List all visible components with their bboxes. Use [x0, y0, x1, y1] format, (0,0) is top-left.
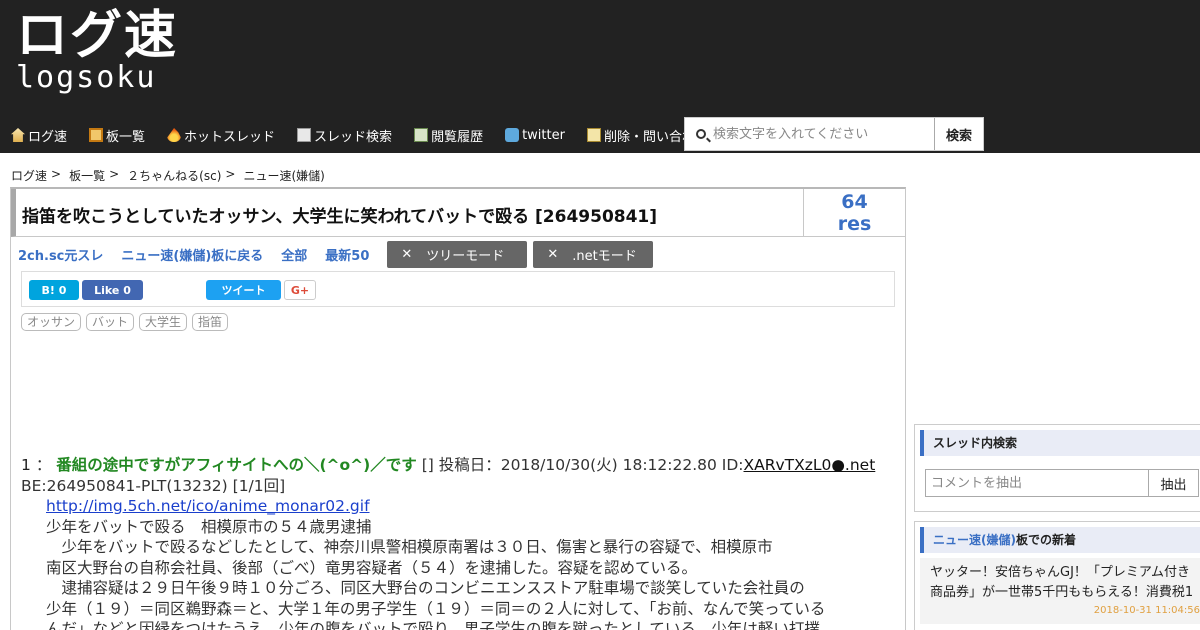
thread-title: 指笛を吹こうとしていたオッサン、大学生に笑われてバットで殴る [26495084…: [22, 207, 658, 227]
extract-input[interactable]: [925, 469, 1149, 497]
nav-item-logsoku[interactable]: ログ速: [0, 119, 78, 151]
link-latest-50[interactable]: 最新50: [325, 245, 369, 264]
post-line: んだ」などと因縁をつけたうえ、少年の腹をバットで殴り、男子学生の腹を蹴ったとして…: [46, 620, 820, 630]
post-author-name: 番組の途中ですがアフィサイトへの＼(^o^)／です: [56, 456, 417, 474]
nav-item-twitter[interactable]: twitter: [494, 119, 576, 151]
logo-main-text: ログ速: [16, 6, 179, 66]
extract-button[interactable]: 抽出: [1149, 469, 1199, 497]
breadcrumb-board[interactable]: ニュー速(嫌儲): [243, 167, 324, 184]
sidebar-new-threads: ニュー速(嫌儲)板での新着 ヤッター！安倍ちゃんGJ！「プレミアム付き商品券」が…: [914, 521, 1200, 630]
tag-item[interactable]: 指笛: [192, 313, 229, 331]
board-icon: [89, 128, 104, 142]
nav-label: スレッド検索: [314, 129, 393, 145]
breadcrumb-separator: >: [225, 167, 236, 181]
post-mail: []: [421, 456, 434, 474]
nav-label: ログ速: [28, 129, 68, 145]
extract-form: 抽出: [925, 469, 1200, 497]
news-title: ヤッター！安倍ちゃんGJ！「プレミアム付き商品券」が一世帯5千円ももらえる！消費…: [930, 565, 1194, 600]
share-bar: B! 0 Like 0 ツイート G+: [21, 271, 895, 307]
res-count-label: res: [837, 213, 872, 235]
net-mode-button[interactable]: ✕ .netモード: [533, 240, 654, 268]
breadcrumb-separator: >: [109, 167, 120, 181]
breadcrumb: ログ速 > 板一覧 > ２ちゃんねる(sc) > ニュー速(嫌儲): [11, 167, 325, 184]
search-input[interactable]: [685, 118, 934, 150]
facebook-like-button[interactable]: Like 0: [82, 280, 143, 300]
post-header: 1 ： 番組の途中ですがアフィサイトへの＼(^o^)／です [] 投稿日：201…: [21, 455, 891, 476]
net-mode-label: .netモード: [572, 248, 637, 264]
post-user-id[interactable]: XARvTXzL0●.net: [744, 456, 876, 474]
sidebar-new-heading: ニュー速(嫌儲)板での新着: [920, 527, 1200, 553]
thread-main: 指笛を吹こうとしていたオッサン、大学生に笑われてバットで殴る [26495084…: [10, 187, 906, 630]
sidebar-board-link[interactable]: ニュー速(嫌儲): [933, 533, 1016, 547]
twitter-icon: [505, 128, 520, 142]
link-all[interactable]: 全部: [281, 245, 307, 264]
post-1: 1 ： 番組の途中ですがアフィサイトへの＼(^o^)／です [] 投稿日：201…: [21, 455, 891, 630]
search-button[interactable]: 検索: [935, 118, 983, 150]
breadcrumb-boards[interactable]: 板一覧: [69, 167, 105, 184]
breadcrumb-logsoku[interactable]: ログ速: [11, 167, 47, 184]
post-number[interactable]: 1: [21, 456, 31, 474]
news-date: 2018-10-31 11:04:56: [1093, 605, 1200, 616]
tag-item[interactable]: 大学生: [139, 313, 188, 331]
sidebar-search-heading: スレッド内検索: [920, 430, 1200, 456]
nav-item-hot-threads[interactable]: ホットスレッド: [156, 119, 286, 151]
res-count: 64 res: [803, 189, 905, 236]
site-search: 検索: [684, 117, 984, 151]
nav-label: twitter: [522, 127, 565, 143]
post-line: 南区大野台の自称会社員、後部（ごべ）竜男容疑者（５４）を逮捕した。容疑を認めてい…: [46, 558, 698, 577]
post-line: 少年（１９）＝同区鵜野森＝と、大学１年の男子学生（１９）＝同＝の２人に対して、「…: [46, 599, 826, 618]
site-header: ログ速 logsoku ログ速 板一覧 ホットスレッド スレッド検索 閲覧履歴 …: [0, 0, 1200, 153]
tag-item[interactable]: バット: [86, 313, 135, 331]
post-line: 少年をバットで殴る 相模原市の５４歳男逮捕: [46, 517, 372, 536]
sidebar-new-suffix: 板での新着: [1015, 533, 1076, 547]
thread-links: 2ch.sc元スレ ニュー速(嫌儲)板に戻る 全部 最新50 ✕ ツリーモード …: [18, 240, 659, 268]
tag-item[interactable]: オッサン: [21, 313, 82, 331]
fire-icon: [167, 128, 182, 142]
list-item[interactable]: ヤッター！安倍ちゃんGJ！「プレミアム付き商品券」が一世帯5千円ももらえる！消費…: [920, 558, 1200, 624]
nav-label: ホットスレッド: [184, 129, 276, 145]
thread-tags: オッサン バット 大学生 指笛: [21, 313, 233, 331]
sidebar-thread-search: スレッド内検索 抽出: [914, 424, 1200, 512]
nav-item-thread-search[interactable]: スレッド検索: [286, 119, 403, 151]
close-icon: ✕: [401, 246, 413, 262]
hatena-bookmark-button[interactable]: B! 0: [29, 280, 79, 300]
tree-mode-button[interactable]: ✕ ツリーモード: [387, 240, 528, 268]
tree-mode-label: ツリーモード: [426, 248, 505, 264]
post-colon: ：: [35, 456, 52, 474]
post-be-info: BE:264950841-PLT(13232) [1/1回]: [21, 476, 286, 495]
tweet-button[interactable]: ツイート: [206, 280, 281, 300]
thread-title-row: 指笛を吹こうとしていたオッサン、大学生に笑われてバットで殴る [26495084…: [11, 189, 905, 237]
mail-icon: [586, 128, 601, 142]
main-nav: ログ速 板一覧 ホットスレッド スレッド検索 閲覧履歴 twitter 削除・問…: [0, 117, 719, 153]
home-icon: [11, 128, 25, 142]
search-input-wrap: [685, 118, 935, 150]
breadcrumb-separator: >: [51, 167, 62, 181]
res-count-number: 64: [841, 191, 868, 213]
post-body: http://img.5ch.net/ico/anime_monar02.gif…: [21, 496, 891, 630]
site-logo[interactable]: ログ速 logsoku: [16, 8, 178, 94]
logo-sub-text: logsoku: [16, 60, 157, 95]
nav-label: 閲覧履歴: [431, 129, 484, 145]
post-line: 少年をバットで殴るなどしたとして、神奈川県警相模原南署は３０日、傷害と暴行の容疑…: [46, 538, 773, 556]
post-date: 投稿日：2018/10/30(火) 18:12:22.80 ID:: [438, 456, 744, 474]
breadcrumb-2ch-sc[interactable]: ２ちゃんねる(sc): [127, 167, 221, 184]
link-original-thread[interactable]: 2ch.sc元スレ: [18, 245, 103, 264]
nav-label: 板一覧: [106, 129, 146, 145]
link-back-to-board[interactable]: ニュー速(嫌儲)板に戻る: [121, 245, 263, 264]
magnifier-icon: [696, 129, 706, 139]
close-icon: ✕: [547, 246, 559, 262]
google-plus-button[interactable]: G+: [284, 280, 316, 300]
search-thread-icon: [297, 128, 312, 142]
history-icon: [414, 128, 429, 142]
nav-item-boards[interactable]: 板一覧: [78, 119, 156, 151]
nav-item-history[interactable]: 閲覧履歴: [403, 119, 494, 151]
post-line: 逮捕容疑は２９日午後９時１０分ごろ、同区大野台のコンビニエンスストア駐車場で談笑…: [46, 579, 805, 597]
post-image-link[interactable]: http://img.5ch.net/ico/anime_monar02.gif: [46, 497, 370, 515]
